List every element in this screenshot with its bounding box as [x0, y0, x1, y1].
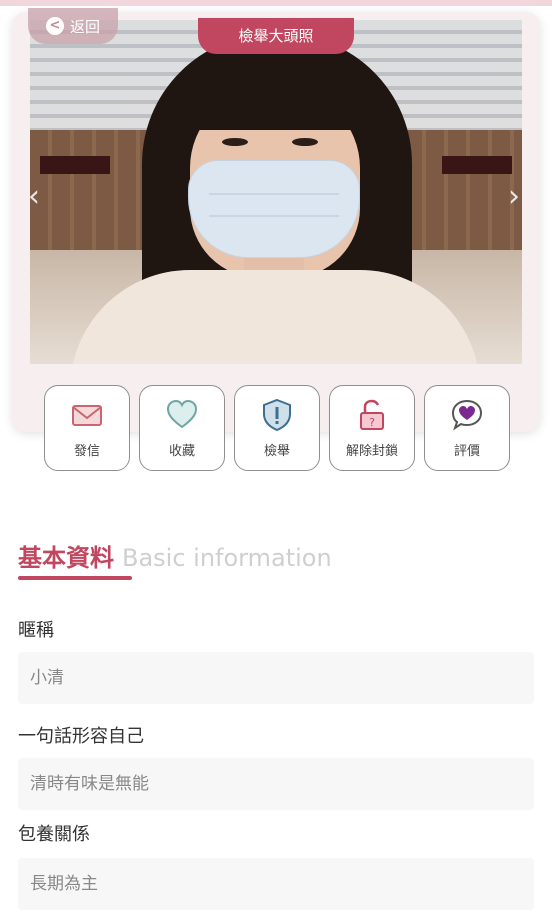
- unlock-icon: ?: [360, 399, 384, 430]
- profile-photo-card: ‹ ›: [12, 12, 540, 432]
- nickname-label: 暱稱: [18, 620, 54, 641]
- self-description-field[interactable]: 清時有味是無能: [18, 758, 534, 810]
- favorite-label: 收藏: [168, 443, 195, 459]
- prev-photo-icon[interactable]: ‹: [28, 182, 40, 212]
- send-message-button[interactable]: 發信: [44, 385, 130, 471]
- section-title-zh: 基本資料: [18, 544, 114, 572]
- report-label: 檢舉: [263, 443, 290, 459]
- send-message-label: 發信: [73, 443, 100, 459]
- svg-text:?: ?: [369, 416, 375, 429]
- chevron-left-icon: <: [45, 17, 64, 35]
- self-description-label: 一句話形容自己: [18, 726, 144, 747]
- favorite-button[interactable]: 收藏: [139, 385, 225, 471]
- heart-icon: [166, 399, 198, 428]
- back-label: 返回: [69, 17, 100, 36]
- rate-button[interactable]: 評價: [424, 385, 510, 471]
- shield-alert-icon: [263, 398, 291, 431]
- relationship-field[interactable]: 長期為主: [18, 858, 534, 910]
- unblock-label: 解除封鎖: [345, 443, 398, 459]
- heart-chat-icon: [451, 399, 483, 430]
- top-bar: [0, 0, 552, 6]
- report-button[interactable]: 檢舉: [234, 385, 320, 471]
- profile-photo[interactable]: [30, 20, 522, 364]
- report-photo-tab[interactable]: 檢舉大頭照: [198, 18, 354, 54]
- back-button[interactable]: < 返回: [28, 8, 118, 44]
- rate-label: 評價: [453, 443, 480, 459]
- relationship-label: 包養關係: [18, 824, 90, 845]
- next-photo-icon[interactable]: ›: [508, 182, 520, 212]
- action-bar: 發信 收藏 檢舉 ? 解除封鎖 評價: [44, 385, 510, 471]
- unblock-button[interactable]: ? 解除封鎖: [329, 385, 415, 471]
- section-underline: [18, 576, 132, 580]
- section-header: 基本資料 Basic information: [18, 538, 332, 582]
- nickname-field[interactable]: 小清: [18, 652, 534, 704]
- mail-icon: [72, 404, 102, 426]
- section-title-en: Basic information: [122, 544, 332, 572]
